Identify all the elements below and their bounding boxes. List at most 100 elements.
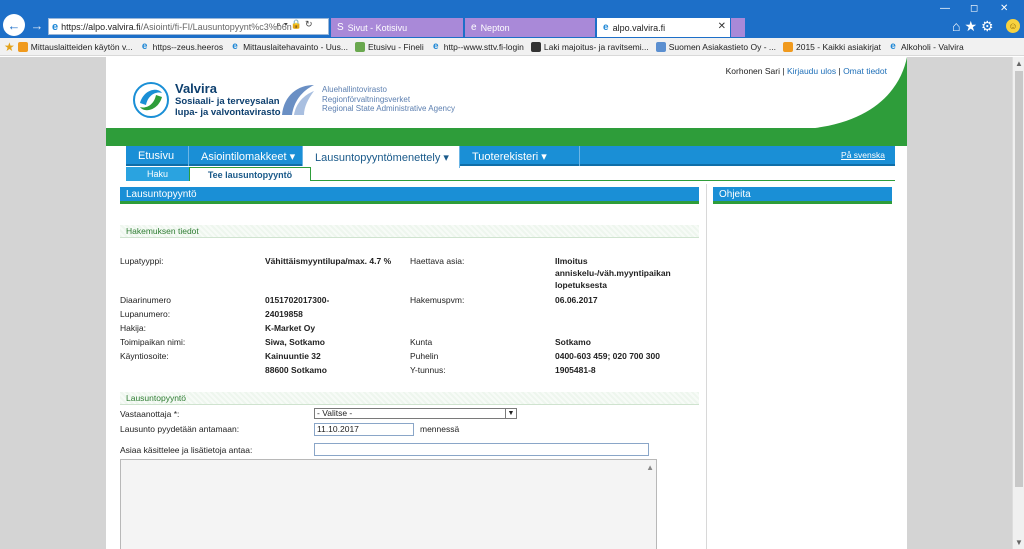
close-tab-icon[interactable]: ✕	[718, 21, 726, 32]
favorites-star-icon[interactable]: ★	[4, 40, 15, 54]
folder-icon	[17, 41, 28, 52]
arrow-right-icon: →	[30, 17, 44, 33]
valvira-wordmark: Valvira Sosiaali- ja terveysalan lupa- j…	[175, 81, 281, 118]
favorite-label: Etusivu - Fineli	[367, 41, 424, 52]
lock-icon[interactable]: 🔒	[291, 19, 305, 29]
tab-sivut[interactable]: S Sivut - Kotisivu	[331, 18, 463, 37]
subtab-tee-lausuntopyynto[interactable]: Tee lausuntopyyntö	[189, 167, 311, 181]
menu-tuoterekisteri[interactable]: Tuoterekisteri ▾	[460, 146, 580, 166]
scroll-up-icon[interactable]: ▲	[1015, 59, 1023, 68]
favorite-label: https--zeus.heeros	[152, 41, 224, 52]
deadline-date-input[interactable]: 11.10.2017	[314, 423, 414, 436]
favorite-item[interactable]: Laki majoitus- ja ravitsemi...	[530, 41, 649, 52]
green-band	[106, 128, 907, 146]
own-info-link[interactable]: Omat tiedot	[843, 66, 887, 76]
sharepoint-icon: S	[337, 22, 344, 33]
tab-alpo[interactable]: e alpo.valvira.fi ✕	[597, 18, 730, 37]
statement-textarea[interactable]: ▲	[120, 459, 657, 549]
handler-input[interactable]	[314, 443, 649, 456]
user-links: Korhonen Sari | Kirjaudu ulos | Omat tie…	[726, 66, 887, 76]
separator: |	[782, 66, 785, 76]
favorite-label: Mittauslaitteiden käytön v...	[30, 41, 133, 52]
section-application-info: Hakemuksen tiedot	[120, 225, 699, 238]
favorite-label: 2015 - Kaikki asiakirjat	[795, 41, 882, 52]
recipient-select[interactable]: - Valitse - ▼	[314, 408, 517, 419]
value-kunta: Sotkamo	[555, 337, 591, 347]
menu-asiointilomakkeet[interactable]: Asiointilomakkeet ▾	[189, 146, 303, 166]
help-title: Ohjeita	[713, 187, 892, 204]
refresh-icon[interactable]: ↻	[305, 19, 316, 29]
back-button[interactable]: ←	[3, 14, 25, 36]
tab-nepton[interactable]: e Nepton	[465, 18, 595, 37]
valvira-logo-icon[interactable]	[132, 81, 170, 119]
favorite-item[interactable]: e http--www.sttv.fi-login	[431, 41, 524, 52]
chevron-down-icon[interactable]: ▼	[505, 408, 516, 419]
value-haettava-asia-2: anniskelu-/väh.myyntipaikan	[555, 268, 671, 278]
home-icon[interactable]: ⌂	[952, 18, 964, 34]
favorite-item[interactable]: e Alkoholi - Valvira	[888, 40, 964, 52]
help-divider	[706, 184, 707, 549]
dropdown-icon[interactable]: ▾	[284, 19, 291, 29]
forward-button[interactable]: →	[26, 14, 48, 36]
valvira-sub2: lupa- ja valvontavirasto	[175, 107, 281, 118]
search-icon[interactable]: ⌕	[276, 19, 284, 29]
user-name: Korhonen Sari	[725, 66, 780, 76]
separator: |	[838, 66, 841, 76]
recipient-selected-value: - Valitse -	[317, 408, 353, 418]
label-recipient: Vastaanottaja *:	[120, 409, 180, 419]
favorite-item[interactable]: Suomen Asiakastieto Oy - ...	[655, 41, 776, 52]
menu-etusivu[interactable]: Etusivu	[126, 146, 189, 166]
browser-titlebar: ← → e https://alpo.valvira.fi/Asiointi/f…	[0, 0, 1024, 38]
ie-icon: e	[890, 40, 896, 52]
scroll-thumb[interactable]	[1015, 71, 1023, 487]
page-content: Korhonen Sari | Kirjaudu ulos | Omat tie…	[106, 57, 907, 549]
close-icon[interactable]: ✕	[1000, 3, 1008, 14]
value-lupatyyppi: Vähittäismyyntilupa/max. 4.7 %	[265, 256, 392, 266]
ie-icon: e	[141, 40, 148, 52]
favorite-item[interactable]: e Mittauslaitehavainto - Uus...	[230, 40, 348, 52]
label-hakemuspvm: Hakemuspvm:	[410, 295, 465, 305]
address-actions[interactable]: ⌕▾🔒↻	[276, 19, 316, 30]
avi-wordmark: Aluehallintovirasto Regionförvaltningsve…	[322, 85, 455, 114]
star-icon[interactable]: ★	[964, 18, 981, 34]
scroll-up-icon[interactable]: ▲	[646, 463, 654, 472]
asiakastieto-icon	[655, 41, 666, 52]
favorite-item[interactable]: Mittauslaitteiden käytön v...	[17, 41, 133, 52]
ie-icon: e	[603, 22, 609, 33]
maximize-icon[interactable]: ◻	[970, 3, 978, 14]
favorite-label: Alkoholi - Valvira	[901, 41, 964, 52]
label-haettava-asia: Haettava asia:	[410, 256, 465, 266]
tab-label: Sivut - Kotisivu	[347, 22, 408, 33]
value-y-tunnus: 1905481-8	[555, 365, 596, 375]
subtab-haku[interactable]: Haku	[126, 167, 189, 181]
logout-link[interactable]: Kirjaudu ulos	[787, 66, 836, 76]
favorite-item[interactable]: Etusivu - Fineli	[354, 41, 424, 52]
minimize-icon[interactable]: —	[940, 3, 950, 14]
favorite-label: Suomen Asiakastieto Oy - ...	[668, 41, 776, 52]
panel-title: Lausuntopyyntö	[120, 187, 699, 204]
url-domain: https://alpo.valvira.fi	[61, 21, 141, 32]
menu-lausuntopyyntomenettely[interactable]: Lausuntopyyntömenettely ▾	[303, 146, 460, 168]
browser-tools: ⌂★⚙	[952, 18, 998, 35]
scroll-down-icon[interactable]: ▼	[1015, 538, 1023, 547]
favorite-item[interactable]: 2015 - Kaikki asiakirjat	[782, 41, 882, 52]
page-scrollbar[interactable]: ▲ ▼	[1012, 57, 1024, 549]
favorite-label: Mittauslaitehavainto - Uus...	[243, 41, 348, 52]
label-diaarinumero: Diaarinumero	[120, 295, 172, 305]
url-path: /Asiointi/fi-FI/Lausuntopyynt%c3%b6n	[140, 21, 292, 32]
gear-icon[interactable]: ⚙	[981, 18, 998, 34]
fineli-icon	[354, 41, 365, 52]
new-tab-button[interactable]	[731, 18, 745, 37]
valvira-sub1: Sosiaali- ja terveysalan	[175, 96, 280, 107]
value-postal-address: 88600 Sotkamo	[265, 365, 327, 375]
value-haettava-asia-1: Ilmoitus	[555, 256, 588, 266]
ie-icon: e	[232, 40, 238, 52]
label-y-tunnus: Y-tunnus:	[410, 365, 446, 375]
language-link[interactable]: På svenska	[841, 150, 885, 160]
label-handler: Asiaa käsittelee ja lisätietoja antaa:	[120, 445, 253, 455]
value-hakemuspvm: 06.06.2017	[555, 295, 598, 305]
favorite-item[interactable]: e https--zeus.heeros	[140, 40, 224, 52]
feedback-smiley-icon[interactable]: ☺	[1006, 19, 1020, 33]
label-kunta: Kunta	[410, 337, 433, 347]
finlex-icon	[530, 41, 541, 52]
